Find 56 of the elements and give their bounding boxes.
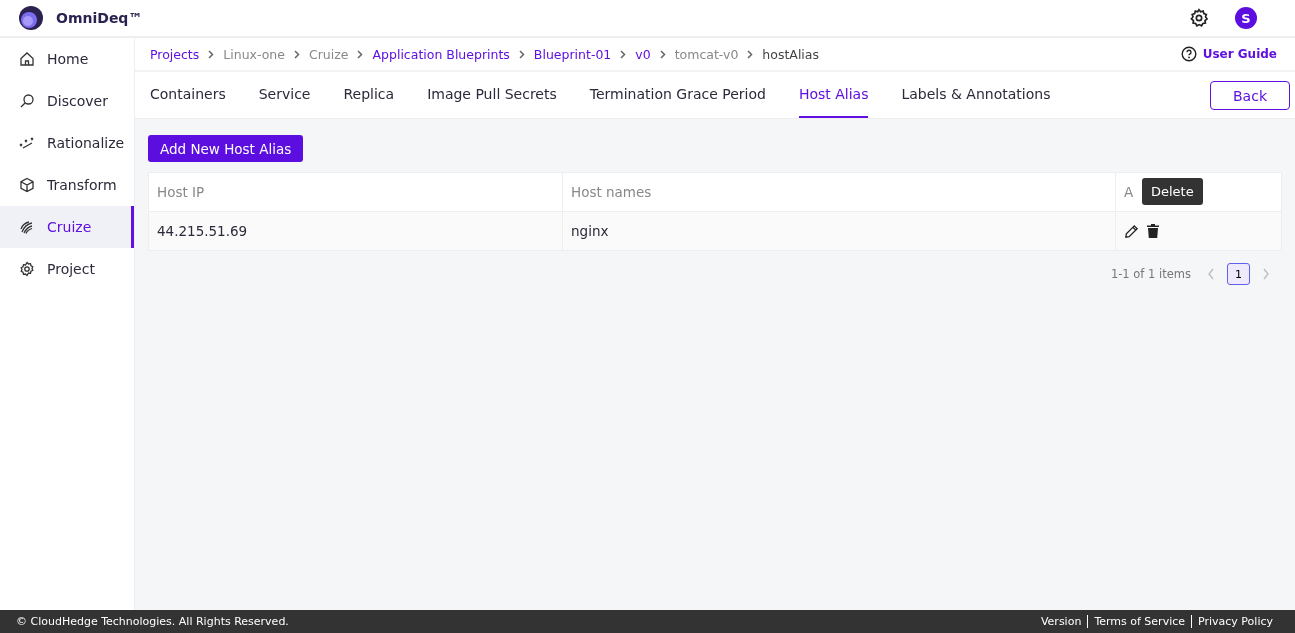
- back-button[interactable]: Back: [1210, 81, 1290, 110]
- footer-link[interactable]: Privacy Policy: [1191, 615, 1279, 628]
- tab[interactable]: Image Pull Secrets: [427, 72, 557, 118]
- scatter-icon: [19, 135, 35, 151]
- delete-tooltip: Delete: [1142, 178, 1203, 205]
- breadcrumb-link[interactable]: Blueprint-01: [533, 46, 612, 62]
- tab[interactable]: Replica: [343, 72, 395, 118]
- gear-icon: [19, 261, 35, 277]
- help-icon[interactable]: [1180, 46, 1197, 62]
- chevron-icon: [620, 49, 627, 59]
- magnifier-icon: [19, 93, 35, 109]
- user-guide-link[interactable]: User Guide: [1180, 46, 1277, 62]
- table-cell: 44.215.51.69: [149, 212, 563, 250]
- breadcrumb-link[interactable]: v0: [635, 46, 651, 62]
- app-name: OmniDeq™: [56, 10, 143, 26]
- tab[interactable]: Host Alias: [798, 72, 869, 118]
- breadcrumb-link[interactable]: Projects: [150, 46, 200, 62]
- logo-icon: [18, 5, 44, 31]
- chevron-icon: [208, 49, 215, 59]
- cube-icon: [19, 177, 35, 193]
- footer-link[interactable]: Version: [1034, 615, 1088, 628]
- pagination-summary: 1-1 of 1 items: [1110, 267, 1191, 281]
- sidebar-item[interactable]: Rationalize: [0, 122, 134, 164]
- tab[interactable]: Termination Grace Period: [589, 72, 766, 118]
- tab[interactable]: Containers: [150, 72, 226, 118]
- breadcrumb-link[interactable]: Application Blueprints: [372, 46, 510, 62]
- chevron-icon: [518, 49, 525, 59]
- tab[interactable]: Service: [258, 72, 311, 118]
- breadcrumb-item: Linux-one: [223, 46, 285, 62]
- footer-link[interactable]: Terms of Service: [1087, 615, 1192, 628]
- chevron-icon: [293, 49, 300, 59]
- settings-icon[interactable]: [1189, 8, 1209, 28]
- sidebar-item[interactable]: Transform: [0, 164, 134, 206]
- delete-icon[interactable]: [1147, 224, 1159, 238]
- chevron-icon: [659, 49, 666, 59]
- sidebar-item[interactable]: Home: [0, 38, 134, 80]
- add-host-alias-button[interactable]: Add New Host Alias: [148, 135, 304, 162]
- tab[interactable]: Labels & Annotations: [901, 72, 1051, 118]
- table-cell: nginx: [563, 212, 1116, 250]
- column-header: Host IP: [157, 184, 205, 200]
- sidebar-item[interactable]: Discover: [0, 80, 134, 122]
- user-avatar[interactable]: S: [1235, 7, 1257, 29]
- chevron-icon: [747, 49, 754, 59]
- column-header: A: [1124, 184, 1134, 200]
- breadcrumb-item: tomcat-v0: [674, 46, 739, 62]
- fingerprint-icon: [19, 219, 35, 235]
- breadcrumb-item: Cruize: [308, 46, 349, 62]
- page-button[interactable]: 1: [1227, 263, 1250, 285]
- sidebar-item[interactable]: Cruize: [0, 206, 134, 248]
- sidebar-item[interactable]: Project: [0, 248, 134, 290]
- home-icon: [19, 51, 35, 67]
- column-header: Host names: [571, 184, 652, 200]
- copyright-text: © CloudHedge Technologies. All Rights Reserved.: [16, 615, 289, 628]
- edit-icon[interactable]: [1124, 223, 1139, 239]
- breadcrumb-item: hostAlias: [762, 46, 819, 62]
- chevron-icon: [357, 49, 364, 59]
